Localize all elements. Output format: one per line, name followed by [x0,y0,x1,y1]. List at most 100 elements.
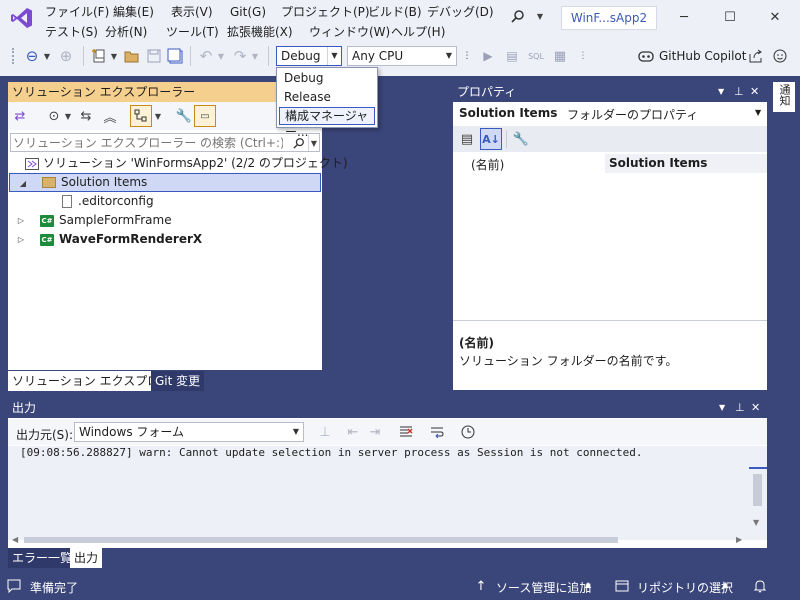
tree-row-waveformrendererx[interactable]: ▷ C# WaveFormRendererX [8,230,322,249]
solution-platform-combo[interactable]: Any CPU ▼ [347,46,457,66]
collapsed-caret-icon[interactable]: ▷ [16,214,26,226]
word-wrap-icon[interactable] [427,422,447,442]
dropdown-item-configuration-manager[interactable]: 構成マネージャー... [279,107,375,139]
go-to-line-icon[interactable]: ⊥ [315,422,335,442]
tab-output[interactable]: 出力 [70,548,103,568]
share-icon[interactable] [746,46,766,66]
chevron-down-icon[interactable]: ▼ [289,423,303,441]
pin-icon[interactable]: ⊥ [734,82,744,102]
copilot-label[interactable]: GitHub Copilot [659,49,746,63]
tree-row-editorconfig[interactable]: .editorconfig [8,192,322,211]
properties-object-selector[interactable]: Solution Items フォルダーのプロパティ ▼ [453,103,767,125]
menu-project[interactable]: プロジェクト(P) [281,4,370,20]
open-folder-icon[interactable] [122,46,142,66]
menu-debug[interactable]: デバッグ(D) [427,4,494,20]
scrollbar-thumb[interactable] [753,474,762,506]
scroll-down-icon[interactable]: ▼ [753,518,759,527]
switch-views-icon[interactable]: ⇄ [10,106,30,126]
menu-extensions[interactable]: 拡張機能(X) [227,24,293,40]
toolbar-overflow-icon[interactable]: ⋮ [578,46,588,66]
pin-icon[interactable]: ⊥ [735,398,745,418]
feedback-icon[interactable] [770,46,790,66]
previous-message-icon[interactable]: ⇤ [343,422,363,442]
back-dropdown-icon[interactable]: ▼ [42,46,52,66]
search-icon[interactable] [507,6,529,26]
sync-with-active-document-icon[interactable]: ⇆ [76,106,96,126]
pending-changes-filter-icon[interactable]: ⊙ [44,106,64,126]
new-item-dropdown-icon[interactable]: ▼ [109,46,119,66]
menu-view[interactable]: 表示(V) [171,4,213,20]
tab-error-list[interactable]: エラー一覧 [8,548,77,568]
menu-file[interactable]: ファイル(F) [45,4,109,20]
menu-window[interactable]: ウィンドウ(W) [309,24,390,40]
close-icon[interactable]: ✕ [750,82,759,102]
back-icon[interactable]: ⊖ [22,46,42,66]
scrollbar-thumb[interactable] [24,537,618,543]
dropdown-item-release[interactable]: Release [279,88,375,106]
filter-dropdown-icon[interactable]: ▼ [63,106,73,126]
close-button[interactable]: ✕ [755,0,795,34]
solution-configuration-combo[interactable]: Debug ▼ [276,46,342,66]
next-message-icon[interactable]: ⇥ [365,422,385,442]
property-value-cell[interactable]: Solution Items [605,154,767,173]
description-divider[interactable] [453,320,767,321]
tree-row-sampleformframe[interactable]: ▷ C# SampleFormFrame [8,211,322,230]
categorized-icon[interactable]: ▤ [457,129,477,149]
chevron-down-icon[interactable]: ▼ [755,108,761,117]
solution-explorer-search-input[interactable] [13,135,283,150]
dropdown-item-debug[interactable]: Debug [279,69,375,87]
tab-git-changes[interactable]: Git 変更 [151,371,205,391]
show-all-files-dropdown-icon[interactable]: ▼ [153,106,163,126]
redo-icon[interactable]: ↷ [230,46,250,66]
window-position-dropdown-icon[interactable]: ▼ [719,398,725,418]
select-repository[interactable]: リポジトリの選択 [637,579,733,596]
minimize-button[interactable]: ─ [664,0,704,34]
menu-test[interactable]: テスト(S) [45,24,98,40]
chevron-up-icon[interactable]: ▲ [722,580,728,589]
grid-icon[interactable]: ▦ [550,46,570,66]
solution-explorer-search[interactable]: ▼ [10,133,320,152]
collapsed-caret-icon[interactable]: ▷ [16,233,26,245]
horizontal-scrollbar[interactable]: ◀ ▶ [8,534,749,546]
sql-icon[interactable]: SQL [526,46,546,66]
chevron-up-icon[interactable]: ▲ [585,580,591,589]
clear-all-icon[interactable] [396,422,416,442]
chevron-down-icon[interactable]: ▼ [327,47,341,65]
scroll-left-icon[interactable]: ◀ [12,535,18,544]
close-icon[interactable]: ✕ [751,398,760,418]
vertical-scrollbar[interactable]: ▼ [749,452,767,536]
menu-git[interactable]: Git(G) [230,4,266,20]
tree-row-solution[interactable]: ソリューション 'WinFormsApp2' (2/2 のプロジェクト) [8,154,348,173]
collapse-all-icon[interactable]: ︽ [100,106,120,126]
output-text-area[interactable]: [09:08:56.288827] warn: Cannot update se… [8,446,767,540]
undo-dropdown-icon[interactable]: ▼ [216,46,226,66]
expanded-caret-icon[interactable]: ◢ [18,177,28,189]
attach-debugger-icon[interactable]: ▶ [478,46,498,66]
scroll-right-icon[interactable]: ▶ [736,535,742,544]
redo-dropdown-icon[interactable]: ▼ [250,46,260,66]
search-options-dropdown-icon[interactable]: ▼ [308,135,319,151]
solution-explorer-header[interactable]: ソリューション エクスプローラー [8,82,322,102]
property-pages-wrench-icon[interactable]: 🔧 [511,129,531,149]
forward-icon[interactable]: ⊕ [56,46,76,66]
preview-selected-items-icon[interactable]: ▭ [194,105,216,127]
menu-help[interactable]: ヘルプ(H) [391,24,445,40]
tree-row-solution-items[interactable]: ◢ Solution Items [9,173,321,192]
property-row-name[interactable]: (名前) Solution Items [453,154,767,173]
save-icon[interactable] [144,46,164,66]
bell-icon[interactable] [752,578,768,594]
format-document-icon[interactable]: ▤ [502,46,522,66]
menu-tools[interactable]: ツール(T) [166,24,219,40]
copilot-icon[interactable] [637,46,655,66]
maximize-button[interactable]: ☐ [710,0,750,34]
notifications-side-tab[interactable]: 通知 [773,82,795,112]
properties-header[interactable]: プロパティ ▼ ⊥ ✕ [453,82,767,102]
toolbar-grip[interactable] [12,48,15,64]
window-position-dropdown-icon[interactable]: ▼ [718,82,724,102]
output-source-combo[interactable]: Windows フォーム ▼ [74,422,304,442]
output-header[interactable]: 出力 ▼ ⊥ ✕ [8,398,767,418]
toolbar-overflow-icon[interactable]: ⋮ [462,46,472,66]
menu-build[interactable]: ビルド(B) [368,4,422,20]
new-item-icon[interactable] [89,46,109,66]
chevron-down-icon[interactable]: ▼ [442,47,456,65]
